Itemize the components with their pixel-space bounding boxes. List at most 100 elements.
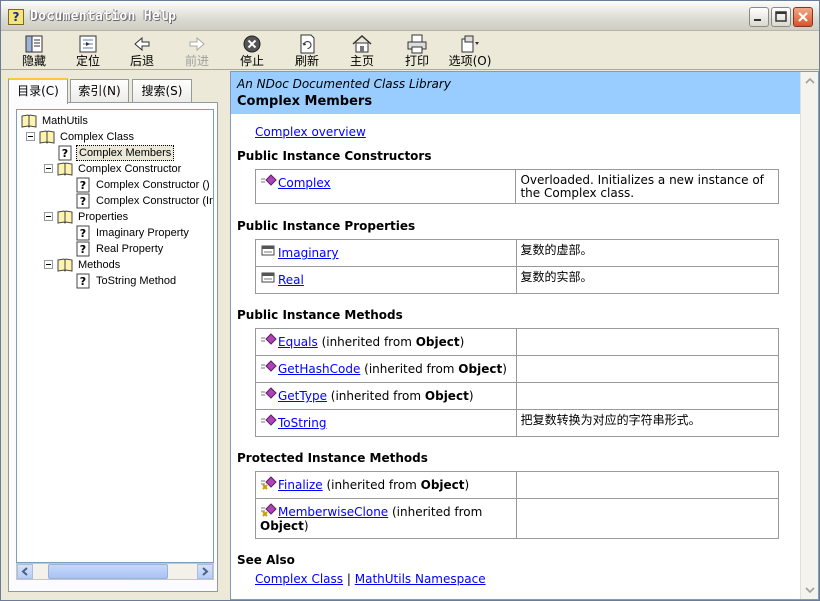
chevron-left-icon <box>21 567 28 576</box>
svg-text:?: ? <box>80 179 86 192</box>
minimize-icon <box>754 19 761 21</box>
method-icon <box>260 387 278 401</box>
tree-expander-methods[interactable] <box>44 260 53 269</box>
locate-button[interactable]: 定位 <box>63 34 113 68</box>
printer-icon <box>407 34 427 54</box>
member-description: 把复数转换为对应的字符串形式。 <box>515 409 780 437</box>
member-link-imaginary[interactable]: Imaginary <box>278 246 339 260</box>
help-page-icon: ? <box>76 177 90 193</box>
locate-icon <box>79 35 97 53</box>
table-row: Real 复数的实部。 <box>255 266 780 294</box>
table-row: GetType (inherited from Object) <box>255 382 780 410</box>
member-link-equals[interactable]: Equals <box>278 335 318 349</box>
member-description <box>515 471 780 499</box>
content-pane: An NDoc Documented Class Library Complex… <box>230 71 819 600</box>
scroll-down-icon[interactable] <box>803 583 817 597</box>
page-banner: An NDoc Documented Class Library Complex… <box>231 72 800 114</box>
content-vertical-scrollbar[interactable] <box>800 72 818 599</box>
member-cell: Imaginary <box>255 239 517 267</box>
open-book-icon <box>57 258 73 272</box>
member-link-gettype[interactable]: GetType <box>278 389 327 403</box>
tree-expander-properties[interactable] <box>44 212 53 221</box>
open-book-icon <box>57 210 73 224</box>
help-page-icon: ? <box>58 145 72 161</box>
help-page-icon: ? <box>76 193 90 209</box>
scroll-right-button[interactable] <box>197 564 213 579</box>
member-description <box>515 355 780 383</box>
methods-table: Equals (inherited from Object) GetHashCo… <box>255 328 780 437</box>
see-also-links: Complex Class | MathUtils Namespace <box>255 572 486 586</box>
title-bar[interactable]: ? Documentation Help <box>1 1 819 31</box>
navigation-pane: 目录(C) 索引(N) 搜索(S) MathUtils Complex Clas… <box>2 71 224 600</box>
see-also-separator: | <box>346 572 351 586</box>
refresh-button[interactable]: 刷新 <box>282 34 332 68</box>
tab-index[interactable]: 索引(N) <box>70 79 129 103</box>
chevron-right-icon <box>202 567 209 576</box>
table-row: Complex Overloaded. Initializes a new in… <box>254 169 779 204</box>
table-row: Equals (inherited from Object) <box>255 328 780 356</box>
svg-text:?: ? <box>80 195 86 208</box>
book-icon <box>21 114 37 128</box>
scroll-thumb[interactable] <box>48 564 168 579</box>
complex-overview-link[interactable]: Complex overview <box>255 125 366 139</box>
property-icon <box>260 271 278 285</box>
protected-methods-table: Finalize (inherited from Object) Memberw… <box>255 471 780 539</box>
close-button[interactable] <box>793 7 813 27</box>
table-row: GetHashCode (inherited from Object) <box>255 355 780 383</box>
member-link-complex[interactable]: Complex <box>278 176 331 190</box>
help-page-icon: ? <box>76 225 90 241</box>
maximize-icon <box>775 11 787 22</box>
open-book-icon <box>57 162 73 176</box>
toolbar: 隐藏 定位 后退 前进 停止 刷新 主页 打印 选项(O) <box>1 32 819 70</box>
svg-text:?: ? <box>80 243 86 256</box>
member-link-memberwiseclone[interactable]: MemberwiseClone <box>278 505 388 519</box>
member-description: Overloaded. Initializes a new instance o… <box>515 169 779 204</box>
tab-search[interactable]: 搜索(S) <box>132 79 192 103</box>
member-link-gethashcode[interactable]: GetHashCode <box>278 362 360 376</box>
scroll-left-button[interactable] <box>17 564 33 579</box>
print-button[interactable]: 打印 <box>392 34 442 68</box>
member-description: 复数的实部。 <box>515 266 780 294</box>
see-also-heading: See Also <box>237 553 295 567</box>
methods-heading: Public Instance Methods <box>237 308 403 322</box>
maximize-button[interactable] <box>771 7 791 27</box>
tree-horizontal-scrollbar[interactable] <box>16 563 214 580</box>
scroll-up-icon[interactable] <box>803 74 817 88</box>
table-row: MemberwiseClone (inherited from Object) <box>255 498 780 539</box>
stop-button[interactable]: 停止 <box>227 34 277 68</box>
member-cell: Equals (inherited from Object) <box>255 328 517 356</box>
help-window: ? Documentation Help 隐藏 定位 后退 前进 停止 刷新 主… <box>0 0 820 601</box>
minimize-button[interactable] <box>749 7 769 27</box>
see-also-complex-class-link[interactable]: Complex Class <box>255 572 343 586</box>
contents-tree: MathUtils Complex Class ? Complex Member… <box>16 109 214 563</box>
member-link-tostring[interactable]: ToString <box>278 416 326 430</box>
constructors-heading: Public Instance Constructors <box>237 149 432 163</box>
contents-tab-panel: MathUtils Complex Class ? Complex Member… <box>8 102 218 592</box>
properties-heading: Public Instance Properties <box>237 219 416 233</box>
hide-icon <box>25 35 43 53</box>
method-icon <box>260 333 278 347</box>
options-button[interactable]: 选项(O) <box>445 34 495 68</box>
see-also-mathutils-namespace-link[interactable]: MathUtils Namespace <box>355 572 486 586</box>
hide-button[interactable]: 隐藏 <box>9 34 59 68</box>
member-link-real[interactable]: Real <box>278 273 304 287</box>
member-description: 复数的虚部。 <box>515 239 780 267</box>
tab-contents[interactable]: 目录(C) <box>8 78 68 104</box>
tree-expander-complex-class[interactable] <box>26 132 35 141</box>
page-title: Complex Members <box>237 94 373 109</box>
back-button[interactable]: 后退 <box>117 34 167 68</box>
protected-method-icon <box>260 476 278 490</box>
options-icon <box>461 35 479 53</box>
member-link-finalize[interactable]: Finalize <box>278 478 323 492</box>
open-book-icon <box>39 130 55 144</box>
stop-icon <box>243 35 261 53</box>
home-button[interactable]: 主页 <box>337 34 387 68</box>
nav-tabs: 目录(C) 索引(N) 搜索(S) <box>8 78 218 104</box>
table-row: ToString 把复数转换为对应的字符串形式。 <box>255 409 780 437</box>
tree-expander-complex-constructor[interactable] <box>44 164 53 173</box>
forward-arrow-icon <box>189 36 205 52</box>
table-row: Imaginary 复数的虚部。 <box>255 239 780 267</box>
table-row: Finalize (inherited from Object) <box>255 471 780 499</box>
member-cell: Real <box>255 266 517 294</box>
forward-button[interactable]: 前进 <box>172 34 222 68</box>
